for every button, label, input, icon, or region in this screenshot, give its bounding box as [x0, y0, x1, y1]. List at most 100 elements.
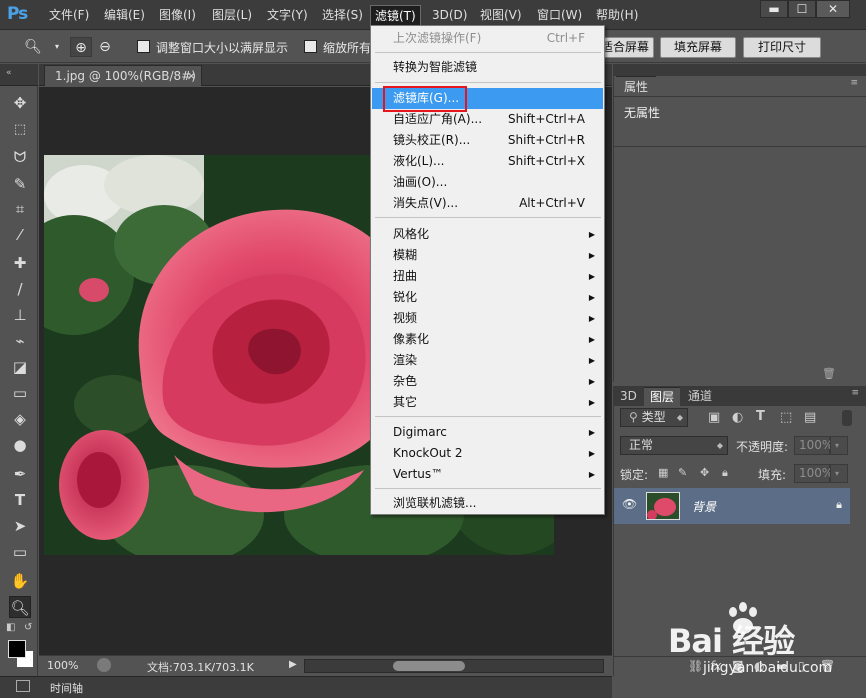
menu-item-vertus[interactable]: Vertus™ ▶: [372, 464, 603, 485]
menu-file[interactable]: 文件(F): [45, 7, 93, 25]
menu-item-sharpen[interactable]: 锐化 ▶: [372, 287, 603, 308]
fill-screen-button[interactable]: 填充屏幕: [660, 37, 736, 58]
gradient-tool-icon[interactable]: ▭: [9, 382, 31, 404]
menu-view[interactable]: 视图(V): [476, 7, 526, 25]
menu-item-video[interactable]: 视频 ▶: [372, 308, 603, 329]
menu-select[interactable]: 选择(S): [318, 7, 367, 25]
quick-select-tool-icon[interactable]: ✎: [9, 173, 31, 195]
close-button[interactable]: ✕: [816, 0, 850, 18]
menu-item-blur[interactable]: 模糊 ▶: [372, 245, 603, 266]
menu-item-other[interactable]: 其它 ▶: [372, 392, 603, 413]
blend-mode-select[interactable]: 正常 ◆: [620, 436, 728, 455]
path-selection-tool-icon[interactable]: ➤: [9, 515, 31, 537]
lock-all-icon[interactable]: 🔒︎: [722, 466, 728, 480]
menu-item-browse-filters-online[interactable]: 浏览联机滤镜...: [372, 493, 603, 514]
zoom-in-icon[interactable]: ⊕: [70, 37, 92, 57]
resize-windows-checkbox[interactable]: [137, 40, 150, 53]
collapse-icon[interactable]: «: [6, 68, 12, 78]
smart-object-filter-icon[interactable]: ▤: [804, 410, 816, 425]
menu-type[interactable]: 文字(Y): [263, 7, 312, 25]
menu-edit[interactable]: 编辑(E): [100, 7, 149, 25]
brush-tool-icon[interactable]: /: [9, 278, 31, 300]
zoom-all-checkbox[interactable]: [304, 40, 317, 53]
menu-window[interactable]: 窗口(W): [533, 7, 586, 25]
menu-item-liquify[interactable]: 液化(L)... Shift+Ctrl+X: [372, 151, 603, 172]
opacity-field[interactable]: 100%: [794, 436, 833, 455]
clone-stamp-tool-icon[interactable]: ⊥: [9, 304, 31, 326]
swap-colors-icon[interactable]: ↺: [24, 622, 32, 633]
menu-item-oil-paint[interactable]: 油画(O)...: [372, 172, 603, 193]
panel-menu-icon[interactable]: ≡: [850, 78, 858, 88]
menu-item-noise[interactable]: 杂色 ▶: [372, 371, 603, 392]
maximize-button[interactable]: ☐: [788, 0, 816, 18]
menu-filter[interactable]: 滤镜(T): [370, 5, 421, 27]
menu-item-render[interactable]: 渲染 ▶: [372, 350, 603, 371]
layer-filter-kind[interactable]: ⚲ 类型 ◆: [620, 408, 688, 427]
tool-preset-dropdown-icon[interactable]: ▾: [46, 37, 68, 57]
pen-tool-icon[interactable]: ✒: [9, 463, 31, 485]
lasso-tool-icon[interactable]: ᗢ: [9, 146, 31, 168]
lock-position-icon[interactable]: ✥: [700, 466, 709, 479]
eraser-tool-icon[interactable]: ◪: [9, 356, 31, 378]
move-tool-icon[interactable]: ✥: [9, 92, 31, 114]
marquee-tool-icon[interactable]: ⬚: [9, 119, 31, 141]
menu-item-lens-correction[interactable]: 镜头校正(R)... Shift+Ctrl+R: [372, 130, 603, 151]
trash-icon[interactable]: 🗑︎: [822, 367, 836, 380]
layer-row-background[interactable]: 👁︎ 背景 🔒︎: [614, 488, 850, 524]
tab-3d[interactable]: 3D: [614, 387, 643, 406]
history-brush-tool-icon[interactable]: ⌁: [9, 330, 31, 352]
document-tab[interactable]: 1.jpg @ 100%(RGB/8#) ✕: [44, 65, 202, 86]
default-colors-icon[interactable]: ◧: [6, 622, 15, 633]
status-arrow-icon[interactable]: ▶: [289, 659, 297, 670]
menu-item-last-filter[interactable]: 上次滤镜操作(F) Ctrl+F: [372, 28, 603, 49]
tab-channels[interactable]: 通道: [682, 387, 718, 406]
menu-item-label: 消失点(V)...: [393, 196, 459, 210]
menu-layer[interactable]: 图层(L): [208, 7, 256, 25]
eyedropper-tool-icon[interactable]: ⁄: [9, 224, 31, 246]
chevron-down-icon[interactable]: ▾: [830, 464, 848, 483]
blur-tool-icon[interactable]: ◈: [9, 408, 31, 430]
close-icon[interactable]: ✕: [187, 66, 196, 87]
menu-item-pixelate[interactable]: 像素化 ▶: [372, 329, 603, 350]
zoom-out-icon[interactable]: ⊖: [94, 37, 116, 57]
lock-image-icon[interactable]: ✎: [678, 466, 687, 479]
tab-properties[interactable]: 属性: [616, 76, 656, 96]
menu-item-distort[interactable]: 扭曲 ▶: [372, 266, 603, 287]
healing-brush-tool-icon[interactable]: ✚: [9, 252, 31, 274]
hand-tool-icon[interactable]: ✋: [9, 570, 31, 592]
panel-menu-icon[interactable]: ≡: [851, 388, 859, 398]
zoom-tool-icon[interactable]: 🔍︎: [22, 37, 44, 57]
crop-tool-icon[interactable]: ⌗: [9, 198, 31, 220]
filter-toggle[interactable]: [842, 410, 852, 426]
menu-help[interactable]: 帮助(H): [592, 7, 642, 25]
timeline-panel-tab[interactable]: 时间轴: [0, 676, 612, 698]
menu-item-vanishing-point[interactable]: 消失点(V)... Alt+Ctrl+V: [372, 193, 603, 214]
menu-item-stylize[interactable]: 风格化 ▶: [372, 224, 603, 245]
menu-3d[interactable]: 3D(D): [428, 7, 471, 25]
type-tool-icon[interactable]: T: [9, 489, 31, 511]
menu-item-convert-smart-filter[interactable]: 转换为智能滤镜: [372, 57, 603, 78]
chevron-down-icon[interactable]: ▾: [830, 436, 848, 455]
rectangle-tool-icon[interactable]: ▭: [9, 541, 31, 563]
horizontal-scrollbar[interactable]: [304, 659, 604, 673]
print-size-button[interactable]: 打印尺寸: [743, 37, 821, 58]
foreground-color-swatch[interactable]: [8, 640, 26, 658]
lock-transparent-icon[interactable]: ▦: [658, 466, 668, 479]
shape-filter-icon[interactable]: ⬚: [780, 410, 792, 425]
menu-image[interactable]: 图像(I): [155, 7, 200, 25]
eye-icon[interactable]: 👁︎: [622, 497, 637, 511]
zoom-readout[interactable]: 100%: [47, 659, 78, 672]
scrollbar-thumb[interactable]: [393, 661, 465, 671]
adjustment-filter-icon[interactable]: ◐: [732, 410, 743, 425]
tab-layers[interactable]: 图层: [644, 387, 681, 406]
image-filter-icon[interactable]: ▣: [708, 410, 720, 425]
fill-field[interactable]: 100%: [794, 464, 833, 483]
menu-item-adaptive-wide-angle[interactable]: 自适应广角(A)... Shift+Ctrl+A: [372, 109, 603, 130]
dodge-tool-icon[interactable]: ●: [9, 434, 31, 456]
minimize-button[interactable]: ▬: [760, 0, 788, 18]
menu-item-knockout[interactable]: KnockOut 2 ▶: [372, 443, 603, 464]
status-menu-icon[interactable]: [97, 658, 111, 672]
type-filter-icon[interactable]: T: [756, 409, 765, 424]
zoom-tool-selected-icon[interactable]: 🔍︎: [9, 596, 31, 618]
menu-item-digimarc[interactable]: Digimarc ▶: [372, 422, 603, 443]
